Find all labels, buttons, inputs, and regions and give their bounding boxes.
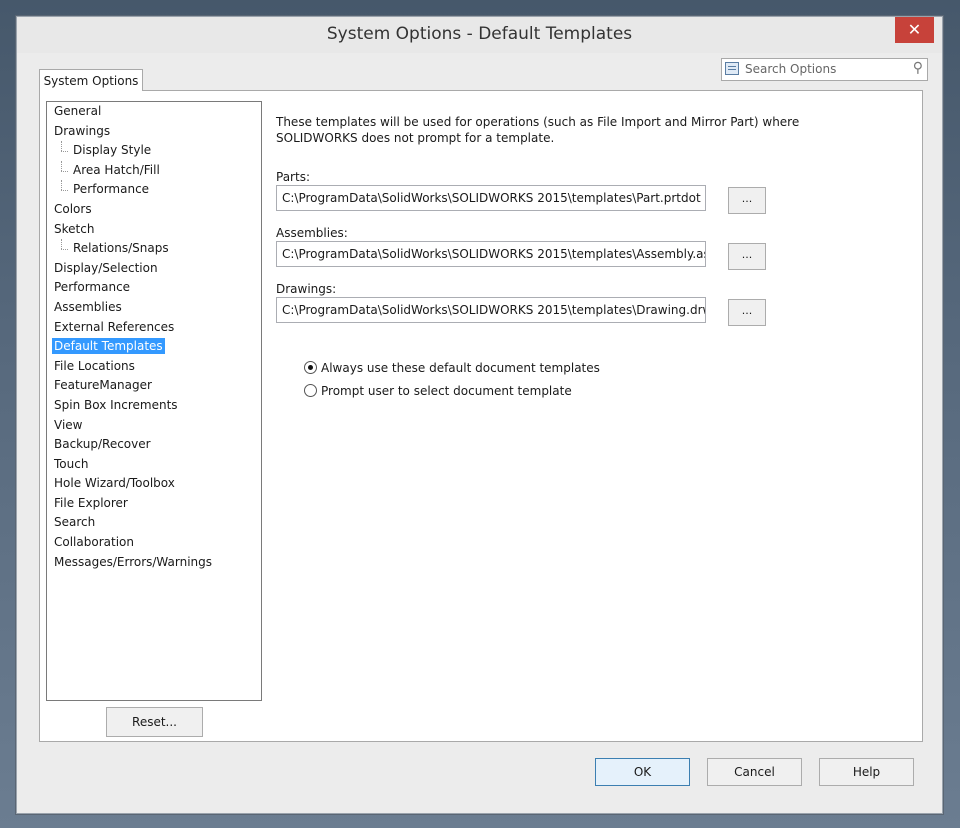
tree-item[interactable]: External References <box>47 318 261 338</box>
tree-item-label: External References <box>54 319 175 334</box>
tree-item[interactable]: Area Hatch/Fill <box>47 160 261 181</box>
tree-item[interactable]: Search <box>47 513 261 533</box>
tree-item-label: General <box>54 104 102 118</box>
tree-item[interactable]: Spin Box Increments <box>47 396 261 416</box>
drawings-browse-button[interactable]: ... <box>728 299 766 326</box>
tree-item[interactable]: Default Templates <box>47 337 261 357</box>
magnifier-icon[interactable]: ⚲ <box>913 60 923 76</box>
parts-template-field[interactable]: C:\ProgramData\SolidWorks\SOLIDWORKS 201… <box>276 185 706 211</box>
tree-item-label: Backup/Recover <box>54 437 151 452</box>
tree-item-label: Colors <box>54 201 92 216</box>
title-bar[interactable]: System Options - Default Templates ✕ <box>17 17 942 53</box>
search-placeholder: Search Options <box>745 62 837 76</box>
tree-item-label: Sketch <box>54 221 95 236</box>
window-title: System Options - Default Templates <box>326 24 633 44</box>
tree-item-label: File Locations <box>54 358 135 373</box>
tree-item[interactable]: File Explorer <box>47 494 261 514</box>
search-options-field[interactable]: Search Options ⚲ <box>721 58 928 81</box>
tree-item[interactable]: Messages/Errors/Warnings <box>47 553 261 573</box>
tree-item-label: Relations/Snaps <box>73 241 169 256</box>
tree-item[interactable]: Drawings <box>47 122 261 142</box>
tree-item[interactable]: Display/Selection <box>47 259 261 279</box>
tree-item-label: Search <box>54 515 96 530</box>
tab-system-options[interactable]: System Options <box>39 69 143 91</box>
tree-item-label: Default Templates <box>52 338 165 355</box>
search-options-icon <box>725 62 739 75</box>
tree-item[interactable]: Assemblies <box>47 298 261 318</box>
tree-item-label: Area Hatch/Fill <box>73 162 160 177</box>
tree-item[interactable]: Backup/Recover <box>47 435 261 455</box>
assemblies-label: Assemblies: <box>276 226 348 240</box>
tree-item[interactable]: General <box>47 102 261 122</box>
tree-item-label: View <box>54 417 83 432</box>
tree-item-label: Messages/Errors/Warnings <box>54 554 213 569</box>
tree-item[interactable]: Relations/Snaps <box>47 239 261 259</box>
tree-item-label: Performance <box>73 182 150 197</box>
system-options-dialog: System Options - Default Templates ✕ Sea… <box>16 16 943 814</box>
parts-browse-button[interactable]: ... <box>728 187 766 214</box>
drawings-template-field[interactable]: C:\ProgramData\SolidWorks\SOLIDWORKS 201… <box>276 297 706 323</box>
radio-prompt-label: Prompt user to select document template <box>321 384 572 398</box>
tree-item[interactable]: Display Style <box>47 141 261 161</box>
tree-item[interactable]: Performance <box>47 278 261 298</box>
tree-item-label: FeatureManager <box>54 378 152 393</box>
tree-item-label: Spin Box Increments <box>54 397 178 412</box>
options-panel: General Drawings Display Style Area Hatch/F… <box>39 90 923 742</box>
templates-description: These templates will be used for operati… <box>276 115 800 145</box>
close-button[interactable]: ✕ <box>895 17 934 43</box>
radio-button[interactable] <box>304 361 317 374</box>
drawings-label: Drawings: <box>276 282 337 296</box>
ok-button[interactable]: OK <box>595 758 690 786</box>
tree-item[interactable]: File Locations <box>47 357 261 377</box>
tree-item[interactable]: View <box>47 416 261 436</box>
help-button[interactable]: Help <box>819 758 914 786</box>
tree-item-label: Assemblies <box>54 299 122 314</box>
tree-item-label: Performance <box>54 280 131 295</box>
tree-item-label: File Explorer <box>54 495 128 510</box>
parts-label: Parts: <box>276 170 310 184</box>
tree-item[interactable]: Performance <box>47 180 261 200</box>
tree-item-label: Hole Wizard/Toolbox <box>54 476 175 491</box>
tree-item-label: Display Style <box>73 143 152 158</box>
tree-item[interactable]: Touch <box>47 455 261 475</box>
radio-button[interactable] <box>304 384 317 397</box>
tree-item[interactable]: Sketch <box>47 220 261 240</box>
tree-item-label: Display/Selection <box>54 260 158 275</box>
tree-item[interactable]: Colors <box>47 200 261 220</box>
tree-item-label: Touch <box>54 456 89 471</box>
cancel-button[interactable]: Cancel <box>707 758 802 786</box>
reset-button[interactable]: Reset... <box>106 707 203 737</box>
options-tree[interactable]: General Drawings Display Style Area Hatch/F… <box>46 101 262 701</box>
tree-item-label: Collaboration <box>54 535 134 550</box>
radio-always-label: Always use these default document templa… <box>321 361 600 375</box>
tree-item[interactable]: Hole Wizard/Toolbox <box>47 474 261 494</box>
tree-item-label: Drawings <box>54 123 111 138</box>
assemblies-template-field[interactable]: C:\ProgramData\SolidWorks\SOLIDWORKS 201… <box>276 241 706 267</box>
tree-item[interactable]: FeatureManager <box>47 376 261 396</box>
assemblies-browse-button[interactable]: ... <box>728 243 766 270</box>
tree-item[interactable]: Collaboration <box>47 533 261 553</box>
